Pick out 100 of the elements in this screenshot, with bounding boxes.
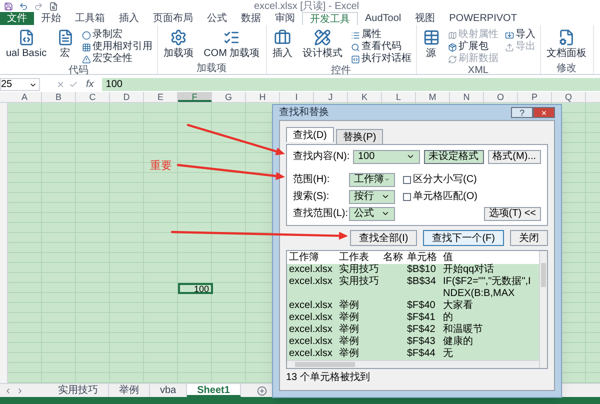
checkbox[interactable] (403, 176, 411, 184)
ribbon-button[interactable]: 文档面板 (544, 29, 589, 59)
option-select[interactable]: 工作簿 (349, 172, 395, 186)
result-row[interactable]: excel.xlsx 举例 $F$41 的 (287, 312, 539, 324)
ribbon-tab[interactable]: 开始 (34, 12, 68, 25)
option-label: 范围(H): (293, 172, 331, 187)
cancel-icon[interactable] (56, 80, 65, 89)
table-cell-text: excel.xlsx (288, 312, 334, 324)
dialog-tab[interactable]: 查找(D) (286, 127, 334, 142)
formula-field[interactable]: 100 (102, 78, 600, 91)
column-header[interactable]: L (382, 92, 416, 102)
find-label: 查找内容(N): (293, 150, 349, 164)
ribbon-tab[interactable]: 文件 (0, 12, 34, 25)
ribbon-button[interactable]: 宏安全性 (82, 53, 153, 65)
code-file-icon (18, 29, 35, 46)
result-row[interactable]: excel.xlsx 举例 $F$40 大家看 (287, 300, 539, 312)
ribbon-tab[interactable]: 审阅 (268, 12, 302, 25)
previous-sheet-icon[interactable] (4, 386, 12, 394)
dialog-button[interactable]: 关闭 (510, 230, 548, 246)
close-button[interactable]: × (533, 107, 555, 118)
ribbon-button[interactable]: 执行对话框 (350, 53, 412, 65)
vertical-scrollbar[interactable] (539, 251, 547, 368)
package-icon (448, 42, 457, 52)
ribbon-button[interactable]: 查看代码 (350, 41, 412, 53)
horizontal-scrollbar[interactable] (287, 360, 539, 368)
undo-icon[interactable] (19, 2, 28, 10)
add-sheet-icon[interactable] (256, 386, 267, 396)
save-icon[interactable] (4, 2, 13, 10)
column-header[interactable]: 名称 (381, 251, 405, 264)
ribbon-button[interactable]: 源 (420, 29, 442, 59)
ribbon-button[interactable]: 属性 (350, 29, 412, 41)
column-header[interactable]: D (110, 92, 144, 102)
name-box[interactable]: 25 (0, 78, 40, 91)
ribbon-tab[interactable]: POWERPIVOT (442, 12, 524, 25)
help-button[interactable]: ? (511, 107, 533, 118)
table-cell-text: 开始qq对话 (442, 264, 496, 276)
result-row[interactable]: excel.xlsx 举例 $F$42 和温暖节 (287, 324, 539, 336)
sheet-tab[interactable]: Sheet1 (187, 384, 241, 397)
column-header[interactable]: Q (552, 92, 586, 102)
option-select[interactable]: 公式 (349, 206, 395, 220)
column-header[interactable]: I (280, 92, 314, 102)
ribbon-button[interactable]: 设计模式 (300, 29, 345, 59)
ribbon-tab[interactable]: 开发工具 (302, 12, 358, 25)
column-header[interactable]: P (518, 92, 552, 102)
next-sheet-icon[interactable] (16, 386, 24, 394)
function-button[interactable]: fx (82, 77, 98, 92)
result-row[interactable]: excel.xlsx 举例 $F$44 无 (287, 348, 539, 360)
checkbox[interactable] (403, 192, 411, 200)
dialog-tab[interactable]: 替换(P) (336, 129, 384, 144)
column-header[interactable]: H (246, 92, 280, 102)
option-label: 搜索(S): (293, 190, 330, 204)
column-header[interactable]: A (8, 92, 42, 102)
column-header[interactable]: O (484, 92, 518, 102)
ribbon-button[interactable]: 使用相对引用 (82, 41, 153, 53)
format-button[interactable]: 格式(M)... (488, 150, 541, 164)
ribbon-button[interactable]: ual Basic (4, 29, 49, 59)
column-header[interactable]: F (178, 92, 212, 102)
ribbon-button[interactable]: 加载项 (162, 29, 196, 59)
result-row[interactable]: excel.xlsx 实用技巧 $B$10 开始qq对话 (287, 264, 539, 276)
dialog-button[interactable]: 查找全部(I) (350, 230, 418, 246)
column-header[interactable]: M (416, 92, 450, 102)
column-header[interactable]: K (348, 92, 382, 102)
column-header[interactable]: J (314, 92, 348, 102)
column-header[interactable]: 工作表 (337, 251, 381, 264)
option-select[interactable]: 按行 (349, 190, 395, 204)
find-field[interactable]: 100 (353, 150, 420, 164)
table-cell-text: 举例 (338, 300, 360, 312)
export-icon (504, 42, 514, 52)
ribbon-button[interactable]: 插入 (270, 29, 295, 59)
ribbon-tab[interactable]: AudTool (358, 12, 408, 25)
column-header[interactable]: B (42, 92, 76, 102)
ribbon-tab[interactable]: 页面布局 (146, 12, 200, 25)
redo-icon[interactable] (34, 2, 43, 10)
document-icon (56, 29, 74, 46)
refresh-icon (448, 54, 457, 64)
options-button[interactable]: 选项(T) << (484, 207, 541, 221)
column-header[interactable]: 工作簿 (287, 251, 337, 264)
ruler-pencil-icon (314, 29, 332, 46)
column-header[interactable]: 单元格 (405, 251, 441, 264)
result-row[interactable]: excel.xlsx 举例 $F$43 健康的 (287, 336, 539, 348)
ribbon-button[interactable]: 导入 (504, 29, 536, 41)
active-cell[interactable]: 100 (178, 283, 213, 294)
ribbon-tab[interactable]: 数据 (234, 12, 268, 25)
ribbon-tab[interactable]: 插入 (112, 12, 146, 25)
column-header[interactable]: N (450, 92, 484, 102)
column-header[interactable]: C (76, 92, 110, 102)
ribbon-button[interactable]: 录制宏 (82, 29, 153, 41)
ribbon-button[interactable]: 扩展包 (448, 41, 499, 53)
table-cell-text: 健康的 (442, 336, 474, 348)
ribbon-button[interactable]: 宏 (54, 29, 76, 59)
enter-icon[interactable] (69, 80, 78, 89)
print-preview-icon[interactable] (49, 2, 58, 10)
ribbon-tab[interactable]: 视图 (408, 12, 442, 25)
ribbon-tab[interactable]: 工具箱 (68, 12, 112, 25)
ribbon-button[interactable]: COM 加载项 (202, 29, 262, 59)
dialog-button[interactable]: 查找下一个(F) (423, 230, 504, 246)
column-header[interactable]: 值 (441, 251, 539, 264)
format-preview: 未设定格式 (424, 150, 484, 164)
ribbon-tab[interactable]: 公式 (200, 12, 234, 25)
column-header[interactable]: G (212, 92, 246, 102)
